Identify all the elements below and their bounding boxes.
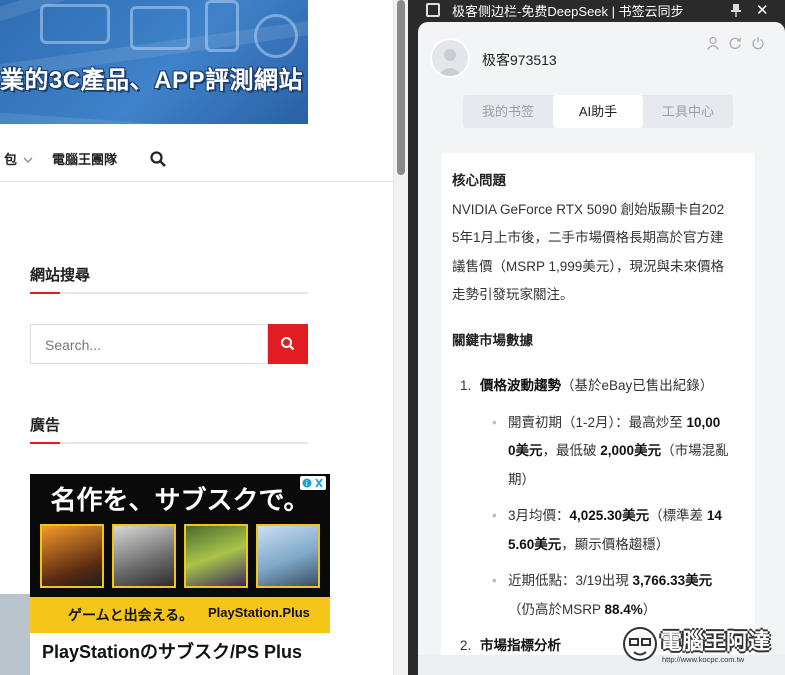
banner-device-graphic bbox=[40, 4, 110, 44]
ad-section-title: 廣告 bbox=[30, 417, 61, 434]
ad-band: ゲームと出会える。 PlayStation.Plus bbox=[30, 597, 330, 633]
list-item: 開賣初期（1-2月）：最高炒至 10,00 0美元，最低破 2,000美元（市場… bbox=[452, 409, 743, 495]
search-button[interactable] bbox=[268, 324, 308, 364]
user-icon[interactable] bbox=[706, 36, 720, 50]
game-cover-image bbox=[112, 524, 176, 588]
sync-icon[interactable] bbox=[728, 36, 742, 50]
site-banner[interactable]: 業的3C產品、APP評測網站 bbox=[0, 0, 308, 124]
tab-tool-center[interactable]: 工具中心 bbox=[643, 95, 733, 128]
ad-subtitle: PlayStationのサブスク/PS Plus bbox=[42, 642, 303, 662]
tab-ai-assistant[interactable]: AI助手 bbox=[553, 95, 643, 128]
ad-band-text: ゲームと出会える。 bbox=[68, 607, 194, 623]
search-icon[interactable] bbox=[149, 150, 167, 168]
advertisement[interactable]: 名作を、サブスクで。 i ゲームと出会える。 PlayStation.Plus … bbox=[30, 474, 330, 675]
watermark-url: http://www.kocpc.com.tw bbox=[662, 655, 745, 664]
thumbnail-image bbox=[0, 594, 30, 675]
sidebar-panel: 极客973513 我的书签 AI助手 工具中心 核心問題 NVIDIA GeFo… bbox=[418, 22, 785, 675]
chevron-down-icon bbox=[23, 157, 33, 163]
data-heading: 關鍵市場數據 bbox=[452, 332, 533, 348]
site-nav: 包 電腦王團隊 bbox=[0, 140, 393, 182]
core-line: 5年1月上市後，二手市場價格長期高於官方建 bbox=[452, 230, 724, 245]
core-heading: 核心問題 bbox=[452, 173, 506, 188]
banner-device-graphic bbox=[130, 6, 190, 50]
search-icon bbox=[281, 337, 295, 351]
tab-bar: 我的书签 AI助手 工具中心 bbox=[463, 95, 733, 128]
tab-bookmarks[interactable]: 我的书签 bbox=[463, 95, 553, 128]
site-search-title: 網站搜尋 bbox=[30, 267, 91, 284]
ad-choices-icon[interactable]: i bbox=[300, 476, 326, 490]
list-item: 近期低點：3/19出現 3,766.33美元 （仍高於MSRP 88.4%） bbox=[452, 567, 743, 624]
banner-text: 業的3C產品、APP評測網站 bbox=[0, 67, 304, 94]
pin-icon[interactable] bbox=[730, 3, 742, 17]
close-icon[interactable]: ✕ bbox=[756, 1, 769, 19]
user-header: 极客973513 bbox=[418, 22, 785, 92]
window-titlebar[interactable]: 极客侧边栏-免费DeepSeek | 书签云同步 ✕ bbox=[408, 0, 785, 22]
username: 极客973513 bbox=[482, 52, 557, 68]
list-item: 3月均價：4,025.30美元（標準差 14 5.60美元，顯示價格趨穩） bbox=[452, 502, 743, 559]
core-line: 走勢引發玩家關注。 bbox=[452, 287, 574, 302]
ai-message: 核心問題 NVIDIA GeForce RTX 5090 創始版顯卡自202 5… bbox=[441, 153, 755, 675]
web-page: 業的3C產品、APP評測網站 包 電腦王團隊 網站搜尋 Search... 廣告… bbox=[0, 0, 393, 675]
banner-device-graphic bbox=[205, 0, 239, 52]
game-cover-image bbox=[184, 524, 248, 588]
banner-headphone-graphic bbox=[254, 14, 298, 58]
svg-text:i: i bbox=[306, 479, 308, 488]
watermark-logo: 電腦王阿達 http://www.kocpc.com.tw bbox=[620, 622, 780, 668]
scrollbar-thumb[interactable] bbox=[397, 0, 405, 175]
sidebar-window: 极客侧边栏-免费DeepSeek | 书签云同步 ✕ 极客973513 我的书签… bbox=[408, 0, 785, 675]
playstation-plus-logo: PlayStation.Plus bbox=[208, 605, 310, 620]
game-cover-image bbox=[256, 524, 320, 588]
core-line: 議售價（MSRP 1,999美元），現況與未來價格 bbox=[452, 258, 725, 274]
page-scrollbar[interactable] bbox=[393, 0, 408, 675]
watermark-title: 電腦王阿達 bbox=[660, 629, 771, 654]
list-item: 1. 價格波動趨勢（基於eBay已售出紀錄） bbox=[460, 378, 714, 393]
avatar[interactable] bbox=[430, 38, 470, 78]
ad-headline: 名作を、サブスクで。 bbox=[50, 485, 310, 515]
core-line: NVIDIA GeForce RTX 5090 創始版顯卡自202 bbox=[452, 201, 725, 217]
widget-divider bbox=[30, 442, 308, 444]
game-cover-image bbox=[40, 524, 104, 588]
power-icon[interactable] bbox=[751, 36, 765, 50]
nav-item-package[interactable]: 包 bbox=[4, 149, 33, 168]
search-input[interactable]: Search... bbox=[30, 324, 268, 364]
mascot-icon bbox=[623, 627, 657, 661]
banner-ray bbox=[0, 110, 308, 124]
app-icon bbox=[426, 3, 440, 17]
widget-divider bbox=[30, 292, 308, 294]
nav-item-team[interactable]: 電腦王團隊 bbox=[52, 149, 117, 168]
window-title: 极客侧边栏-免费DeepSeek | 书签云同步 bbox=[452, 4, 684, 19]
